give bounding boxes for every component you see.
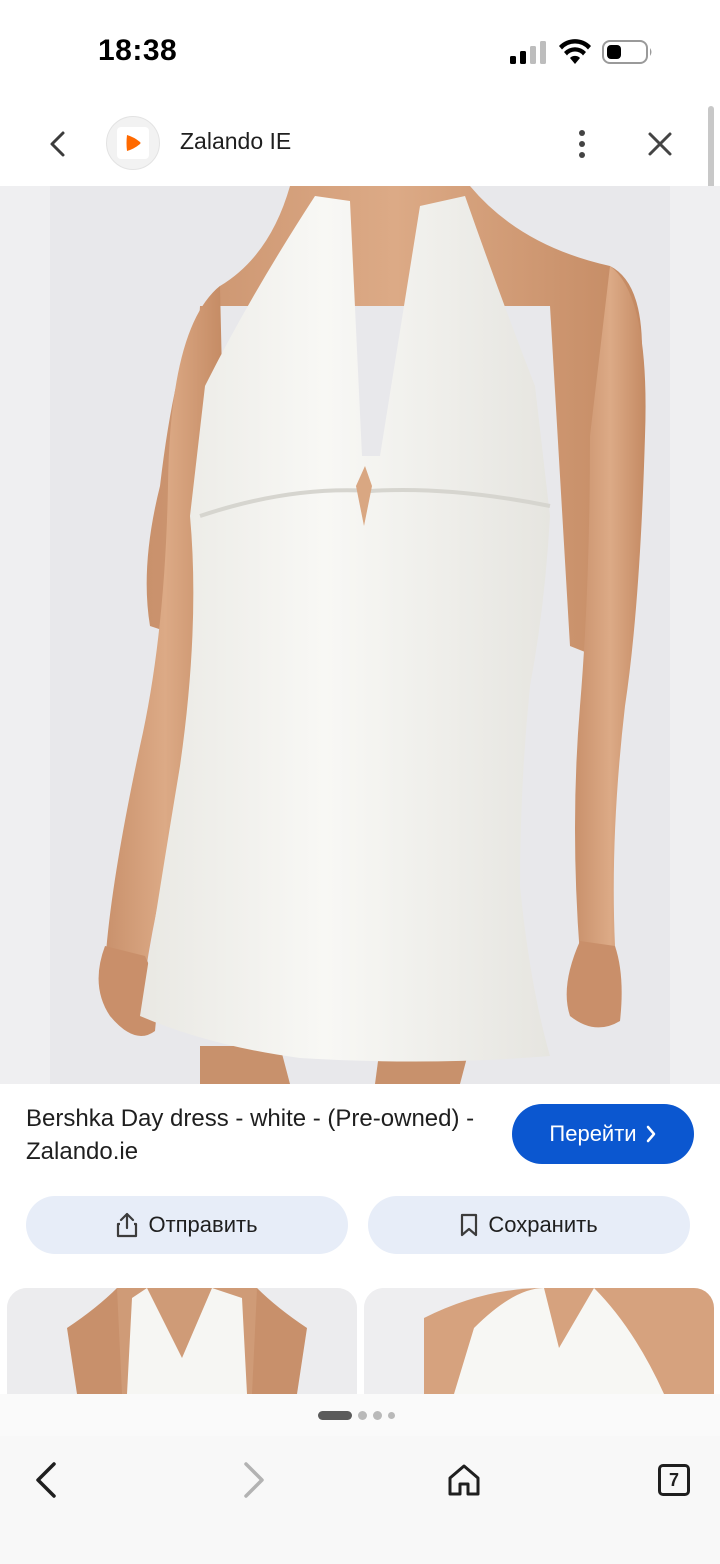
more-options-button[interactable]: [562, 124, 602, 164]
status-bar: 18:38: [0, 0, 720, 100]
page-indicator-dot: [358, 1410, 367, 1420]
page-indicator-active: [318, 1410, 352, 1420]
result-title[interactable]: Bershka Day dress - white - (Pre-owned) …: [26, 1102, 486, 1168]
save-label: Сохранить: [488, 1212, 598, 1237]
home-button[interactable]: [434, 1450, 494, 1510]
wifi-icon: [559, 39, 591, 64]
product-photo: [50, 186, 670, 1084]
more-vert-icon: [579, 130, 585, 158]
forward-arrow-icon: [244, 1462, 264, 1498]
bookmark-icon: [461, 1213, 478, 1237]
dress-photo-illustration: [50, 186, 670, 1084]
visit-site-label: Перейти: [549, 1121, 637, 1146]
status-time: 18:38: [98, 34, 178, 67]
back-button[interactable]: [38, 124, 78, 164]
tabs-button[interactable]: 7: [644, 1450, 704, 1510]
zalando-logo-icon: [126, 135, 141, 151]
share-button[interactable]: Отправить: [26, 1196, 348, 1254]
page-indicator: [318, 1410, 395, 1420]
visit-site-button[interactable]: Перейти: [512, 1104, 694, 1164]
related-result-card[interactable]: [364, 1288, 714, 1394]
back-arrow-icon: [36, 1462, 56, 1498]
site-favicon: [106, 116, 160, 170]
chevron-left-icon: [50, 131, 65, 157]
browser-forward-button[interactable]: [224, 1450, 284, 1510]
close-icon: [648, 132, 672, 156]
related-thumbnail: [364, 1288, 714, 1394]
browser-back-button[interactable]: [16, 1450, 76, 1510]
related-result-card[interactable]: [7, 1288, 357, 1394]
save-button[interactable]: Сохранить: [368, 1196, 690, 1254]
battery-icon: [602, 40, 652, 64]
site-name: Zalando IE: [180, 128, 292, 154]
share-label: Отправить: [148, 1212, 258, 1237]
lens-result-header: Zalando IE: [0, 100, 720, 186]
close-button[interactable]: [640, 124, 680, 164]
signal-icon: [510, 41, 546, 64]
tabs-icon: 7: [658, 1464, 690, 1496]
page-indicator-dot: [373, 1410, 382, 1420]
chevron-right-icon: [646, 1125, 655, 1143]
page-indicator-dot: [388, 1411, 395, 1419]
home-icon: [448, 1464, 480, 1496]
share-icon: [117, 1212, 138, 1238]
product-image-viewer[interactable]: [0, 186, 720, 1084]
related-thumbnail: [7, 1288, 357, 1394]
browser-bottom-toolbar: 7: [0, 1436, 720, 1564]
